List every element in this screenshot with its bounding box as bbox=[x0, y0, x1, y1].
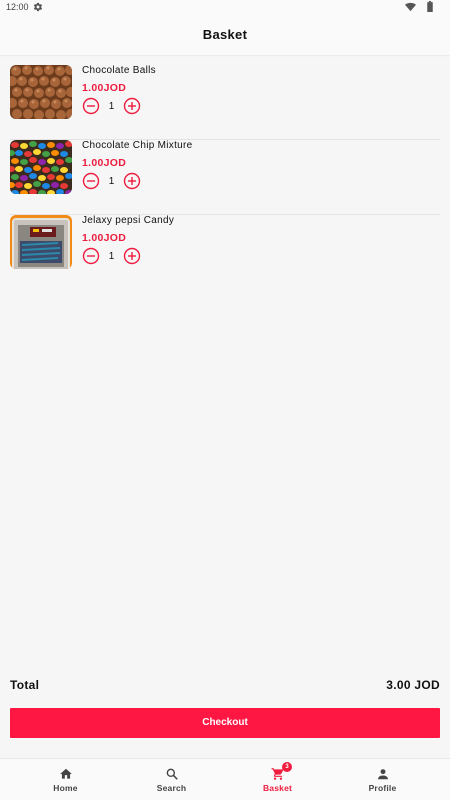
settings-gear-icon bbox=[33, 2, 43, 12]
cart-count-badge: 3 bbox=[282, 762, 292, 772]
battery-icon bbox=[427, 1, 433, 12]
nav-label: Search bbox=[156, 783, 187, 793]
basket-item: Chocolate Chip Mixture 1.00JOD 1 bbox=[10, 140, 440, 215]
nav-label: Basket bbox=[262, 783, 293, 793]
nav-label: Home bbox=[53, 783, 78, 793]
decrease-quantity-icon[interactable] bbox=[82, 97, 100, 115]
status-time: 12:00 bbox=[6, 2, 29, 12]
item-name: Jelaxy pepsi Candy bbox=[82, 215, 175, 226]
item-name: Chocolate Balls bbox=[82, 65, 156, 76]
product-image bbox=[10, 140, 72, 194]
search-icon bbox=[166, 768, 178, 780]
wifi-icon bbox=[405, 2, 416, 12]
person-icon bbox=[378, 769, 388, 780]
decrease-quantity-icon[interactable] bbox=[82, 247, 100, 265]
item-price: 1.00JOD bbox=[82, 232, 127, 244]
bottom-navigation: Home Search 3 Basket Profile bbox=[0, 758, 450, 800]
product-image bbox=[10, 215, 72, 269]
product-image bbox=[10, 65, 72, 119]
quantity-value: 1 bbox=[108, 251, 115, 262]
nav-item-profile[interactable]: Profile bbox=[330, 759, 435, 800]
basket-item: Jelaxy pepsi Candy 1.00JOD 1 bbox=[10, 215, 440, 290]
increase-quantity-icon[interactable] bbox=[123, 97, 141, 115]
total-label: Total bbox=[10, 678, 40, 692]
app-bar: Basket bbox=[0, 14, 450, 55]
checkout-button[interactable]: Checkout bbox=[10, 708, 440, 738]
decrease-quantity-icon[interactable] bbox=[82, 172, 100, 190]
nav-item-search[interactable]: Search bbox=[119, 759, 224, 800]
quantity-value: 1 bbox=[108, 176, 115, 187]
status-bar: 12:00 bbox=[0, 0, 450, 14]
basket-item: Chocolate Balls 1.00JOD 1 bbox=[10, 65, 440, 140]
item-price: 1.00JOD bbox=[82, 157, 127, 169]
increase-quantity-icon[interactable] bbox=[123, 247, 141, 265]
item-price: 1.00JOD bbox=[82, 82, 127, 94]
quantity-value: 1 bbox=[108, 101, 115, 112]
increase-quantity-icon[interactable] bbox=[123, 172, 141, 190]
item-name: Chocolate Chip Mixture bbox=[82, 140, 193, 151]
page-title: Basket bbox=[202, 27, 248, 42]
total-value: 3.00 JOD bbox=[386, 678, 440, 692]
nav-item-home[interactable]: Home bbox=[13, 759, 118, 800]
home-icon bbox=[60, 768, 72, 779]
nav-label: Profile bbox=[368, 783, 397, 793]
nav-item-basket[interactable]: 3 Basket bbox=[225, 759, 330, 800]
